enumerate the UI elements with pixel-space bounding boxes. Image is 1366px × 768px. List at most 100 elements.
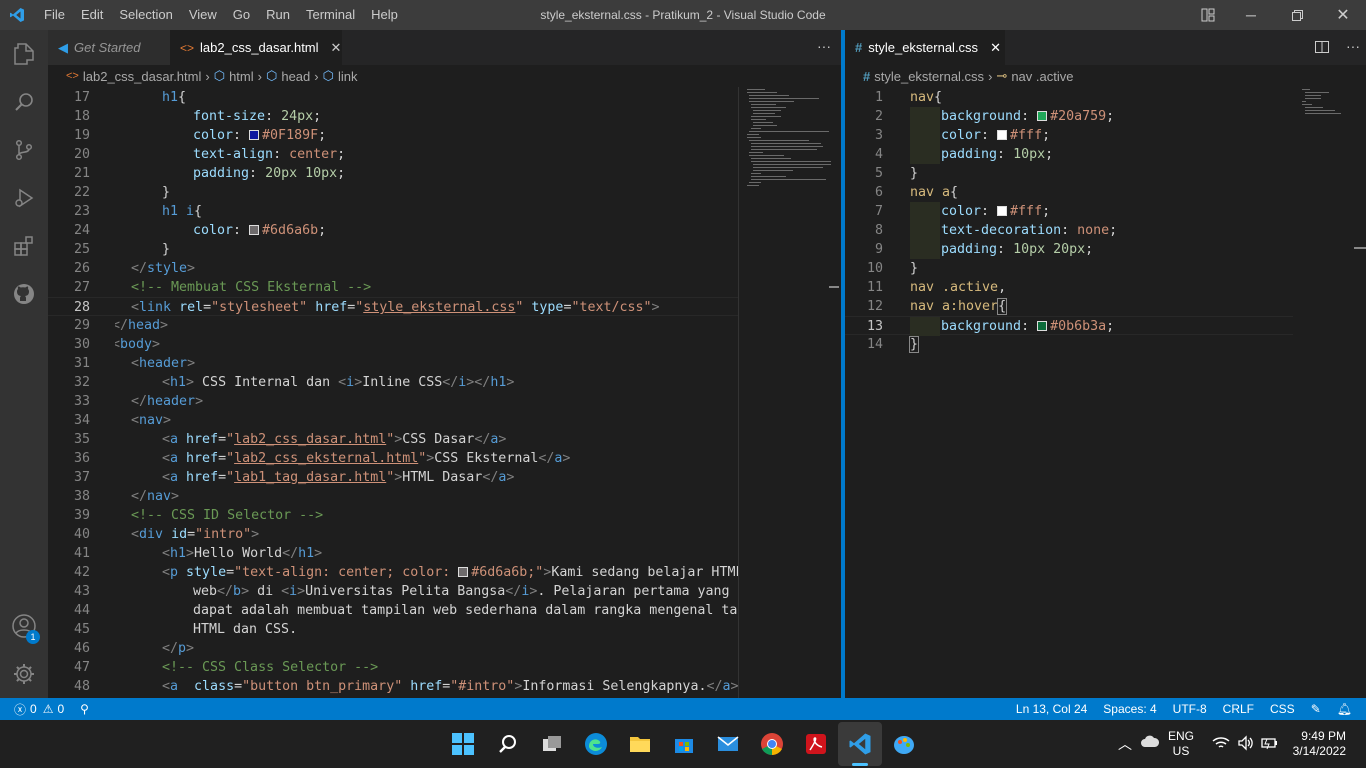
code-line[interactable]: 11 nav .active, [845,278,1293,297]
code-line[interactable]: 22} [48,183,738,202]
feedback-icon[interactable]: ✎ [1311,702,1321,716]
code-line[interactable]: 43 web</b> di <i>Universitas Pelita Bangs… [48,582,738,601]
problems-status[interactable]: ⓧ 0 ⚠ 0 [14,701,64,718]
breadcrumb-item[interactable]: html [229,69,254,84]
code-line[interactable]: 35 <a href="lab2_css_dasar.html">CSS Dasa… [48,430,738,449]
code-line[interactable]: 37 <a href="lab1_tag_dasar.html">HTML Das… [48,468,738,487]
extensions-icon[interactable] [0,222,48,270]
tab-lab2-css-dasar[interactable]: <> lab2_css_dasar.html ✕ [170,30,342,65]
menu-edit[interactable]: Edit [73,0,111,30]
onedrive-cloud-icon[interactable] [1140,734,1160,753]
code-line[interactable]: 19 color: #0F189F; [48,126,738,145]
code-line[interactable]: 36 <a href="lab2_css_eksternal.html">CSS … [48,449,738,468]
more-actions-icon[interactable]: ··· [1346,38,1360,54]
code-line[interactable]: 18 font-size: 24px; [48,107,738,126]
minimize-button[interactable]: ─ [1228,0,1274,30]
search-icon[interactable] [486,722,530,766]
code-line[interactable]: 38 </nav> [48,487,738,506]
encoding[interactable]: UTF-8 [1173,702,1207,716]
layout-toggle-icon[interactable] [1188,0,1228,30]
run-debug-icon[interactable] [0,174,48,222]
code-line[interactable]: 48 <a class="button btn_primary" href="#i… [48,677,738,696]
breadcrumb-item[interactable]: head [281,69,310,84]
mail-icon[interactable] [706,722,750,766]
menu-file[interactable]: File [36,0,73,30]
code-line[interactable]: 47 <!-- CSS Class Selector --> [48,658,738,677]
code-line[interactable]: 28 <link rel="stylesheet" href="style_eks… [48,297,738,316]
github-icon[interactable] [0,270,48,318]
volume-icon[interactable] [1237,735,1255,756]
code-line[interactable]: 31 <header> [48,354,738,373]
edge-browser-icon[interactable] [574,722,618,766]
code-area[interactable]: 1 nav{2 background: #20a759; 3 color: #fff; 4… [845,88,1293,699]
code-line[interactable]: 33 </header> [48,392,738,411]
menu-selection[interactable]: Selection [111,0,180,30]
code-line[interactable]: 34 <nav> [48,411,738,430]
code-line[interactable]: 17 h1{ [48,88,738,107]
vscode-taskbar-icon[interactable] [838,722,882,766]
accounts-icon[interactable]: 1 [0,602,48,650]
menu-terminal[interactable]: Terminal [298,0,363,30]
code-line[interactable]: 2 background: #20a759; [845,107,1293,126]
menu-help[interactable]: Help [363,0,406,30]
minimap[interactable] [738,87,839,698]
notifications-bell-icon[interactable]: 🔔︎ [1337,702,1352,716]
line-ending[interactable]: CRLF [1223,702,1254,716]
code-line[interactable]: 30 <body> [48,335,738,354]
code-line[interactable]: 14} [845,335,1293,354]
cursor-position[interactable]: Ln 13, Col 24 [1016,702,1087,716]
code-line[interactable]: 12 nav a:hover{ [845,297,1293,316]
battery-icon[interactable] [1261,736,1279,755]
code-line[interactable]: 1 nav{ [845,88,1293,107]
code-line[interactable]: 32 <h1> CSS Internal dan <i>Inline CSS</i… [48,373,738,392]
file-explorer-icon[interactable] [618,722,662,766]
code-line[interactable]: 41 <h1>Hello World</h1> [48,544,738,563]
show-hidden-icons-chevron[interactable]: ︿ [1118,734,1132,754]
acrobat-reader-icon[interactable] [794,722,838,766]
windows-start-icon[interactable] [441,722,485,766]
settings-gear-icon[interactable] [0,650,48,698]
code-line[interactable]: 21 padding: 20px 10px; [48,164,738,183]
code-line[interactable]: 7 color: #fff; [845,202,1293,221]
close-tab-icon[interactable]: ✕ [990,40,1001,56]
code-line[interactable]: 27 <!-- Membuat CSS Eksternal --> [48,278,738,297]
code-line[interactable]: 23 h1 i{ [48,202,738,221]
code-line[interactable]: 25} [48,240,738,259]
code-line[interactable]: 40 <div id="intro"> [48,525,738,544]
code-line[interactable]: 4 padding: 10px; [845,145,1293,164]
language-mode[interactable]: CSS [1270,702,1295,716]
code-line[interactable]: 9 padding: 10px 20px; [845,240,1293,259]
code-line[interactable]: 6 nav a{ [845,183,1293,202]
microsoft-store-icon[interactable] [662,722,706,766]
menu-go[interactable]: Go [225,0,258,30]
clock[interactable]: 9:49 PM 3/14/2022 [1290,729,1346,759]
close-button[interactable]: ✕ [1320,0,1366,30]
code-line[interactable]: 20 text-align: center; [48,145,738,164]
code-area[interactable]: 17 h1{18 font-size: 24px; 19 color: #0F189F;… [48,88,738,699]
close-tab-icon[interactable]: ✕ [331,40,342,56]
language-indicator[interactable]: ENG US [1168,729,1194,759]
breadcrumb-item[interactable]: style_eksternal.css [874,69,984,84]
code-line[interactable]: 45 HTML dan CSS. [48,620,738,639]
code-line[interactable]: 26 </style> [48,259,738,278]
explorer-icon[interactable] [0,30,48,78]
code-line[interactable]: 24 color: #6d6a6b; [48,221,738,240]
breadcrumb-item[interactable]: lab2_css_dasar.html [83,69,202,84]
live-share-icon[interactable]: ⚲ [80,702,89,716]
code-line[interactable]: 13 background: #0b6b3a; [845,316,1293,336]
restore-button[interactable] [1274,0,1320,30]
code-line[interactable]: 46 </p> [48,639,738,658]
tab-get-started[interactable]: ◀ Get Started [48,30,170,65]
menu-run[interactable]: Run [258,0,298,30]
menu-view[interactable]: View [181,0,225,30]
breadcrumb-item[interactable]: nav .active [1011,69,1073,84]
code-line[interactable]: 3 color: #fff; [845,126,1293,145]
breadcrumb-item[interactable]: link [338,69,358,84]
paint-app-icon[interactable] [882,722,926,766]
code-line[interactable]: 5} [845,164,1293,183]
code-line[interactable]: 39 <!-- CSS ID Selector --> [48,506,738,525]
wifi-icon[interactable] [1212,736,1230,755]
code-line[interactable]: 44 dapat adalah membuat tampilan web sede… [48,601,738,620]
code-line[interactable]: 8 text-decoration: none; [845,221,1293,240]
split-editor-icon[interactable] [1314,39,1330,60]
